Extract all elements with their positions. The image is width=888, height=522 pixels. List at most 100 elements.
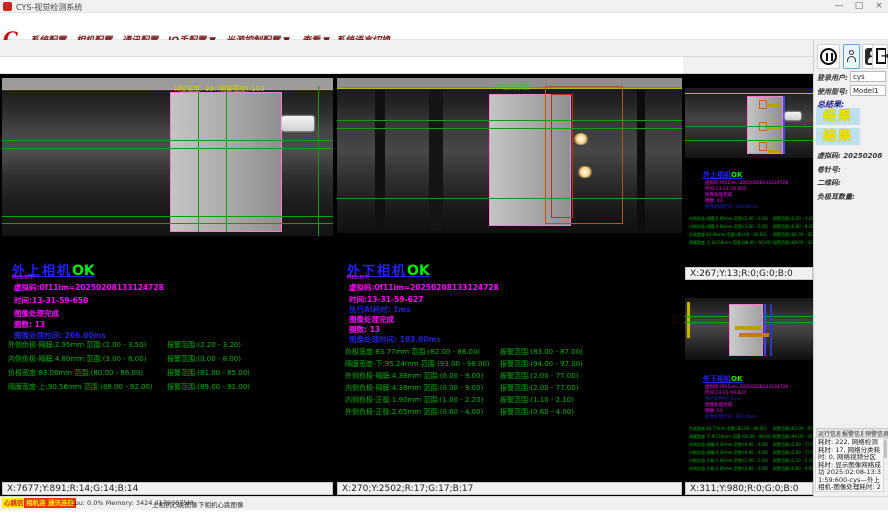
ng-bottom-meas-5: 外侧负极-正极:2.65mm 范围:(0.60 - 4.00) xyxy=(689,466,768,472)
mid-green-hline-3 xyxy=(337,198,682,199)
ng-bottom-meas-1: 隔膜宽度-下:95.24mm 范围:(93.00 - 98.00) xyxy=(689,434,772,440)
mid-overlay-label: AI检测数量 xyxy=(495,82,530,92)
left-camera-image[interactable]: N极宽度: 93. 隔膜宽度(:100 xyxy=(2,78,333,236)
ng-top-blue-line xyxy=(783,96,785,154)
left-overlay-yellow-line xyxy=(2,89,333,90)
mid-meas-1: 隔膜宽度-下:95.24mm 范围:(93.00 - 98.00) xyxy=(345,359,490,369)
ng-bottom-title-text: 外下相机 xyxy=(703,375,731,383)
ng-bottom-view[interactable]: 外下相机OK 虚拟码:0f11im=20250208133124728 时间:1… xyxy=(685,282,813,496)
ng-top-title: 外上相机OK xyxy=(703,170,742,180)
ng-top-image[interactable] xyxy=(685,88,813,158)
left-alarm-0: 报警范围:(2.20 - 3.20) xyxy=(167,340,241,350)
pause-icon-bars xyxy=(826,53,833,61)
ng-bottom-ylabel-1 xyxy=(735,326,761,330)
left-meas-2: 负极宽度:83.06mm 范围:(80.00 - 86.00) xyxy=(8,368,143,378)
menu-bar: C 系统配置 相机配置 通讯配置 IO手配置 ▼ 光源控制配置 ▼ 查看 ▼ 系… xyxy=(0,13,888,40)
login-user-label: 登录用户: xyxy=(817,73,848,83)
left-connector-part xyxy=(282,116,314,131)
toolbar: 相机配置 AI使用配置 相机调试 离线设置 点检设置 ▼ 图像处理 ▼ 基准线参… xyxy=(0,57,683,74)
middle-camera-view[interactable]: AI检测数量 外下相机OK MES:B(T) 虚拟码:0f11im=202502… xyxy=(337,74,682,496)
left-green-hline-2 xyxy=(2,148,333,149)
result-badge-lower: 结果 xyxy=(816,128,860,145)
left-turns: 圈数: 13 xyxy=(14,319,45,330)
upper-cam-heartbeat[interactable]: 上相机心跳图像 xyxy=(152,499,198,509)
log-scrollbar[interactable] xyxy=(884,440,887,458)
mid-meas-2: 外侧负极-隔膜:4.38mm 范围:(0.00 - 9.00) xyxy=(345,371,483,381)
mid-dark-slot-2 xyxy=(429,90,443,230)
ng-top-meas-0: 外侧负极-隔膜:2.95mm 范围:(2.00 - 3.50) xyxy=(689,216,768,222)
exit-arrow-icon: → xyxy=(881,51,888,62)
minimize-icon[interactable]: — xyxy=(832,1,846,11)
ng-top-ok: OK xyxy=(731,171,742,179)
left-green-hline-1 xyxy=(2,140,333,141)
window-title: CYS-视觉检测系统 xyxy=(16,2,82,13)
user-icon xyxy=(849,50,854,55)
mid-coordinate-bar: X:270;Y:2502;R:17;G:17;B:17 xyxy=(337,482,682,495)
ng-top-view[interactable]: 外上相机OK 虚拟码:0f11im=20250208133124728 时间:1… xyxy=(685,74,813,280)
ng-top-coordinate-bar: X:267;Y:13;R:0;G:0;B:0 xyxy=(685,267,813,280)
mid-process-time: 图像处理时间: 183.00ms xyxy=(349,334,441,345)
lower-cam-heartbeat[interactable]: 下相机心跳图像 xyxy=(198,499,244,509)
mid-alarm-3: 报警范围:(2.00 - 77.00) xyxy=(500,383,578,393)
ng-bottom-meas-3: 内侧负极-隔膜:4.38mm 范围:(0.00 - 9.00) xyxy=(689,450,768,456)
mid-result-ok: OK xyxy=(407,263,430,279)
left-camera-view[interactable]: N极宽度: 93. 隔膜宽度(:100 外上相机OK MES:B(T) 虚拟码:… xyxy=(2,74,333,496)
ng-top-connector xyxy=(785,112,801,120)
left-coordinate-bar: X:7677;Y:891;R:14;G:14;B:14 xyxy=(2,482,333,495)
left-green-vline-2 xyxy=(226,92,227,232)
mid-alarm-4: 报警范围:(1.10 - 2.10) xyxy=(500,395,574,405)
user-switch-button[interactable] xyxy=(843,44,860,69)
ng-bottom-ylabel-2 xyxy=(739,333,769,337)
ng-bottom-alarm-4: 报警范围:(1.10 - 2.10) xyxy=(773,458,815,464)
mid-green-hline-1 xyxy=(337,120,682,121)
ng-bottom-alarm-3: 报警范围:(2.00 - 77.00) xyxy=(773,450,818,456)
login-user-input[interactable]: cys xyxy=(850,71,886,82)
app-window: CYS-视觉检测系统 — □ × C 系统配置 相机配置 通讯配置 IO手配置 … xyxy=(0,0,888,522)
middle-camera-image[interactable]: AI检测数量 xyxy=(337,78,682,233)
ng-top-alarm-0: 报警范围:(2.20 - 3.20) xyxy=(773,216,815,222)
ng-top-yellow-line xyxy=(685,93,813,94)
ng-top-meas-1: 内侧负极-隔膜:4.60mm 范围:(3.00 - 6.00) xyxy=(689,224,768,230)
ng-bottom-alarm-2: 报警范围:(2.00 - 77.00) xyxy=(773,442,818,448)
mid-meas-4: 内侧负极-正极:1.90mm 范围:(1.00 - 2.20) xyxy=(345,395,483,405)
ng-top-meas-2: 负极宽度:83.06mm 范围:(80.00 - 86.00) xyxy=(689,232,766,238)
mid-green-hline-2 xyxy=(337,128,682,129)
exit-button[interactable]: → xyxy=(872,44,888,69)
left-alarm-2: 报警范围:(81.00 - 85.00) xyxy=(167,368,250,378)
left-meas-3: 隔膜宽度-上:90.56mm 范围:(88.00 - 92.00) xyxy=(8,382,153,392)
ng-top-ptime: 图像处理时间: 266.00ms xyxy=(705,204,757,210)
ng-top-title-text: 外上相机 xyxy=(703,171,731,179)
ng-bottom-coordinate-bar: X:311;Y:980;R:0;G:0;B:0 xyxy=(685,482,813,495)
log-textarea[interactable]: 耗时: 222, 网络检测耗时: 17, 网络分类耗时: 0, 网络视频分区耗时… xyxy=(815,437,884,492)
left-barcode: 虚拟码:0f11im=20250208133124728 xyxy=(14,282,164,293)
ng-bottom-alarm-5: 报警范围:(0.60 - 4.00) xyxy=(773,466,815,472)
tab-strip: 运行图像 xyxy=(0,40,888,57)
ng-top-ylabel-3 xyxy=(768,150,780,153)
result-badge-upper: 结果 xyxy=(816,108,860,125)
pin-number-label: 卷针号: xyxy=(817,165,841,175)
app-icon xyxy=(3,2,12,11)
model-label: 使用型号: xyxy=(817,87,848,97)
left-green-vline-1 xyxy=(198,92,199,232)
left-alarm-1: 报警范围:(0.00 - 8.00) xyxy=(167,354,241,364)
left-overlay-label: N极宽度: 93. 隔膜宽度(:100 xyxy=(174,84,265,94)
mid-meas-3: 内侧负极-隔膜:4.38mm 范围:(0.00 - 9.00) xyxy=(345,383,483,393)
ng-top-green-hline-2 xyxy=(685,140,813,141)
mid-mes-label: MES:B(T) xyxy=(347,275,370,281)
mid-orange-rect-inner xyxy=(551,94,573,218)
left-green-hline-3 xyxy=(2,216,333,217)
ng-bottom-blue-line-2 xyxy=(770,304,772,356)
close-icon[interactable]: × xyxy=(872,1,886,11)
barcode-value-label: 虚拟码: 20250208 xyxy=(817,151,882,161)
maximize-icon[interactable]: □ xyxy=(852,1,866,11)
ng-bottom-image[interactable] xyxy=(685,298,813,360)
ng-bottom-blue-line-1 xyxy=(764,304,766,356)
mid-meas-0: 负极宽度:83.77mm 范围:(82.00 - 88.00) xyxy=(345,347,480,357)
pause-button[interactable] xyxy=(817,44,840,69)
ng-bottom-yellow-mark xyxy=(687,302,690,338)
ng-bottom-meas-4: 内侧负极-正极:1.90mm 范围:(1.00 - 2.20) xyxy=(689,458,768,464)
ng-bottom-ok: OK xyxy=(731,375,742,383)
mid-alarm-2: 报警范围:(2.00 - 77.00) xyxy=(500,371,578,381)
model-input[interactable]: Model1 xyxy=(850,85,886,96)
ng-bottom-cell-block xyxy=(729,304,763,356)
